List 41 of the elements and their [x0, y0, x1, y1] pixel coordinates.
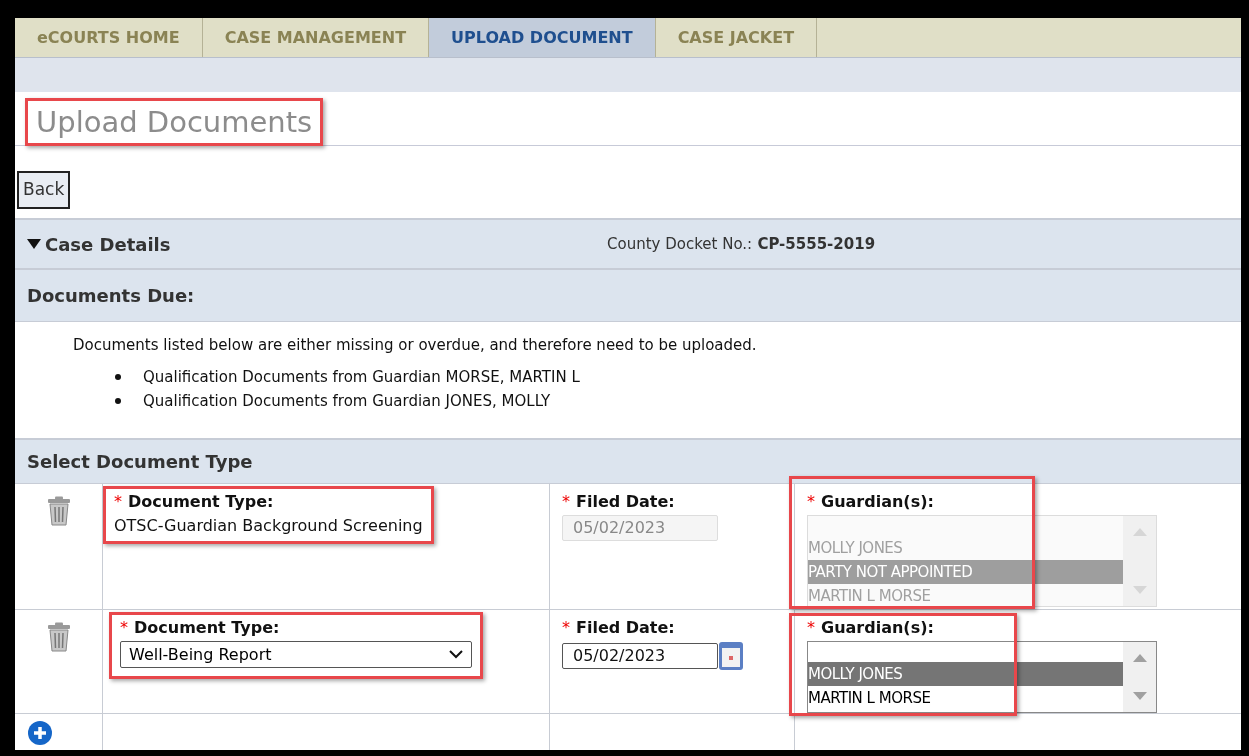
notice-text: Documents listed below are either missing or overdue, and therefore need to be uploaded. [73, 335, 758, 356]
guardian-option[interactable]: MARTIN L MORSE [808, 686, 1123, 710]
nav-tab[interactable]: eCOURTS HOME [15, 18, 203, 57]
required-marker: * [114, 492, 122, 512]
chevron-down-icon [449, 650, 463, 659]
filed-date-field[interactable]: 05/02/2023 [562, 643, 718, 669]
required-marker: * [807, 618, 815, 638]
section-heading: Documents Due: [27, 284, 195, 308]
scrollbar[interactable] [1123, 642, 1156, 712]
docket-number: County Docket No.: CP-5555-2019 [607, 233, 876, 255]
required-marker: * [562, 492, 570, 512]
scroll-up-icon[interactable] [1132, 654, 1147, 662]
required-marker: * [562, 618, 570, 638]
triangle-icon [27, 239, 41, 249]
scroll-down-icon[interactable] [1132, 692, 1147, 700]
field-label: Guardian(s): [821, 618, 934, 638]
due-document-item: Qualification Documents from Guardian MORSE, MARTIN L [143, 366, 580, 388]
section-heading: Select Document Type [27, 450, 253, 474]
page-title: Upload Documents [36, 104, 313, 139]
trash-icon[interactable] [46, 622, 71, 652]
nav-tab[interactable]: CASE JACKET [655, 18, 818, 57]
field-label: Document Type: [134, 618, 280, 638]
calendar-icon[interactable] [718, 641, 744, 671]
trash-icon[interactable] [46, 496, 71, 526]
bullet-icon [115, 397, 121, 404]
due-document-item: Qualification Documents from Guardian JONES, MOLLY [143, 390, 551, 412]
field-label: Filed Date: [576, 618, 675, 638]
guardian-listbox[interactable]: MOLLY JONES MARTIN L MORSE [807, 641, 1157, 713]
required-marker: * [807, 492, 815, 512]
add-icon[interactable] [28, 721, 52, 745]
guardian-option[interactable]: MOLLY JONES [808, 662, 1123, 686]
document-type-dropdown[interactable]: Well-Being Report [120, 641, 472, 668]
nav-tab[interactable]: UPLOAD DOCUMENT [429, 18, 656, 57]
document-type-value: OTSC-Guardian Background Screening [114, 515, 423, 537]
back-button[interactable]: Back [17, 171, 71, 209]
required-marker: * [120, 618, 128, 638]
case-details-toggle[interactable]: Case Details [27, 230, 607, 258]
field-label: Guardian(s): [821, 492, 934, 512]
field-label: Filed Date: [576, 492, 675, 512]
field-label: Document Type: [128, 492, 274, 512]
bullet-icon [115, 373, 121, 380]
